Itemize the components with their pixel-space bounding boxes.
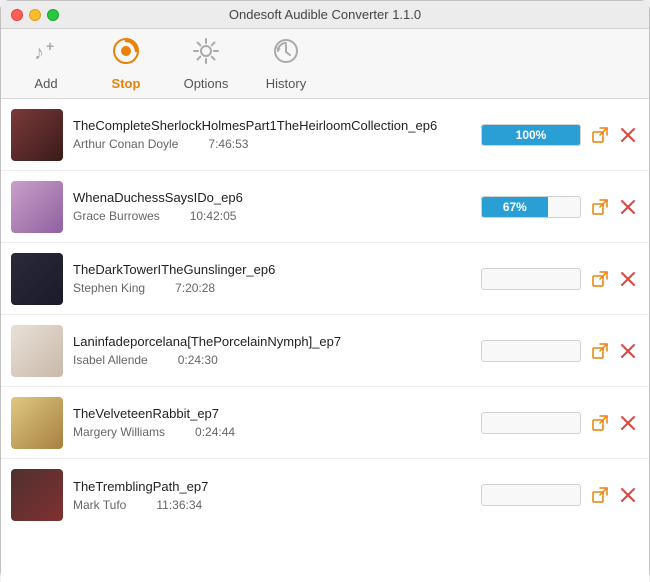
- item-thumbnail: [11, 325, 63, 377]
- progress-bar-wrap: 67%: [481, 196, 581, 218]
- open-button[interactable]: [589, 124, 611, 146]
- item-actions: [589, 196, 639, 218]
- item-info: TheDarkTowerITheGunslinger_ep6 Stephen Ki…: [73, 262, 471, 295]
- item-actions: [589, 124, 639, 146]
- item-title: WhenaDuchessSaysIDo_ep6: [73, 190, 471, 205]
- item-progress-container: [481, 412, 581, 434]
- delete-button[interactable]: [617, 340, 639, 362]
- progress-bar-fill: 67%: [482, 197, 548, 217]
- svg-text:+: +: [46, 38, 54, 54]
- progress-bar-wrap: 100%: [481, 124, 581, 146]
- list-item: WhenaDuchessSaysIDo_ep6 Grace Burrowes 10:…: [1, 171, 649, 243]
- delete-button[interactable]: [617, 124, 639, 146]
- progress-text: 67%: [503, 200, 527, 214]
- item-duration: 11:36:34: [156, 498, 202, 512]
- delete-button[interactable]: [617, 268, 639, 290]
- item-progress-container: [481, 340, 581, 362]
- stop-icon: [112, 37, 140, 72]
- list-item: TheDarkTowerITheGunslinger_ep6 Stephen Ki…: [1, 243, 649, 315]
- content-area: TheCompleteSherlockHolmesPart1TheHeirloo…: [1, 99, 649, 582]
- delete-button[interactable]: [617, 196, 639, 218]
- options-label: Options: [184, 76, 229, 91]
- item-title: TheTremblingPath_ep7: [73, 479, 471, 494]
- item-author: Stephen King: [73, 281, 145, 295]
- item-thumbnail: [11, 181, 63, 233]
- item-author: Arthur Conan Doyle: [73, 137, 178, 151]
- progress-bar-wrap: [481, 268, 581, 290]
- item-title: Laninfadeporcelana[ThePorcelainNymph]_ep…: [73, 334, 471, 349]
- history-label: History: [266, 76, 306, 91]
- toolbar-add-button[interactable]: ♪ + Add: [21, 37, 71, 91]
- progress-bar-wrap: [481, 412, 581, 434]
- item-info: WhenaDuchessSaysIDo_ep6 Grace Burrowes 10:…: [73, 190, 471, 223]
- item-duration: 0:24:44: [195, 425, 235, 439]
- item-author: Isabel Allende: [73, 353, 148, 367]
- item-title: TheVelveteenRabbit_ep7: [73, 406, 471, 421]
- item-duration: 0:24:30: [178, 353, 218, 367]
- item-author: Grace Burrowes: [73, 209, 160, 223]
- stop-label: Stop: [112, 76, 141, 91]
- toolbar-history-button[interactable]: History: [261, 37, 311, 91]
- progress-bar-wrap: [481, 340, 581, 362]
- item-actions: [589, 268, 639, 290]
- item-actions: [589, 484, 639, 506]
- title-bar: Ondesoft Audible Converter 1.1.0: [1, 1, 649, 29]
- item-info: TheVelveteenRabbit_ep7 Margery Williams 0:…: [73, 406, 471, 439]
- item-thumbnail: [11, 397, 63, 449]
- minimize-button[interactable]: [29, 9, 41, 21]
- app-title: Ondesoft Audible Converter 1.1.0: [229, 7, 421, 22]
- progress-text: 100%: [516, 128, 547, 142]
- item-author: Margery Williams: [73, 425, 165, 439]
- item-actions: [589, 412, 639, 434]
- list-item: Laninfadeporcelana[ThePorcelainNymph]_ep…: [1, 315, 649, 387]
- item-thumbnail: [11, 109, 63, 161]
- delete-button[interactable]: [617, 484, 639, 506]
- item-duration: 7:46:53: [208, 137, 248, 151]
- maximize-button[interactable]: [47, 9, 59, 21]
- item-actions: [589, 340, 639, 362]
- progress-bar-fill: 100%: [482, 125, 580, 145]
- list-item: TheVelveteenRabbit_ep7 Margery Williams 0:…: [1, 387, 649, 459]
- open-button[interactable]: [589, 484, 611, 506]
- list-item: TheCompleteSherlockHolmesPart1TheHeirloo…: [1, 99, 649, 171]
- list-item: TheTremblingPath_ep7 Mark Tufo 11:36:34: [1, 459, 649, 531]
- svg-text:♪: ♪: [34, 42, 44, 64]
- history-icon: [272, 37, 300, 72]
- toolbar-options-button[interactable]: Options: [181, 37, 231, 91]
- item-info: TheCompleteSherlockHolmesPart1TheHeirloo…: [73, 118, 471, 151]
- item-duration: 7:20:28: [175, 281, 215, 295]
- add-icon: ♪ +: [32, 37, 60, 72]
- item-progress-container: [481, 268, 581, 290]
- item-progress-container: [481, 484, 581, 506]
- item-author: Mark Tufo: [73, 498, 126, 512]
- item-info: TheTremblingPath_ep7 Mark Tufo 11:36:34: [73, 479, 471, 512]
- delete-button[interactable]: [617, 412, 639, 434]
- options-icon: [192, 37, 220, 72]
- item-thumbnail: [11, 253, 63, 305]
- item-title: TheDarkTowerITheGunslinger_ep6: [73, 262, 471, 277]
- add-label: Add: [34, 76, 57, 91]
- item-thumbnail: [11, 469, 63, 521]
- item-progress-container: 67%: [481, 196, 581, 218]
- open-button[interactable]: [589, 340, 611, 362]
- progress-bar-wrap: [481, 484, 581, 506]
- toolbar: ♪ + Add Stop Options: [1, 29, 649, 99]
- toolbar-stop-button[interactable]: Stop: [101, 37, 151, 91]
- item-title: TheCompleteSherlockHolmesPart1TheHeirloo…: [73, 118, 471, 133]
- item-info: Laninfadeporcelana[ThePorcelainNymph]_ep…: [73, 334, 471, 367]
- open-button[interactable]: [589, 268, 611, 290]
- close-button[interactable]: [11, 9, 23, 21]
- item-progress-container: 100%: [481, 124, 581, 146]
- open-button[interactable]: [589, 412, 611, 434]
- open-button[interactable]: [589, 196, 611, 218]
- traffic-lights: [11, 9, 59, 21]
- item-duration: 10:42:05: [190, 209, 237, 223]
